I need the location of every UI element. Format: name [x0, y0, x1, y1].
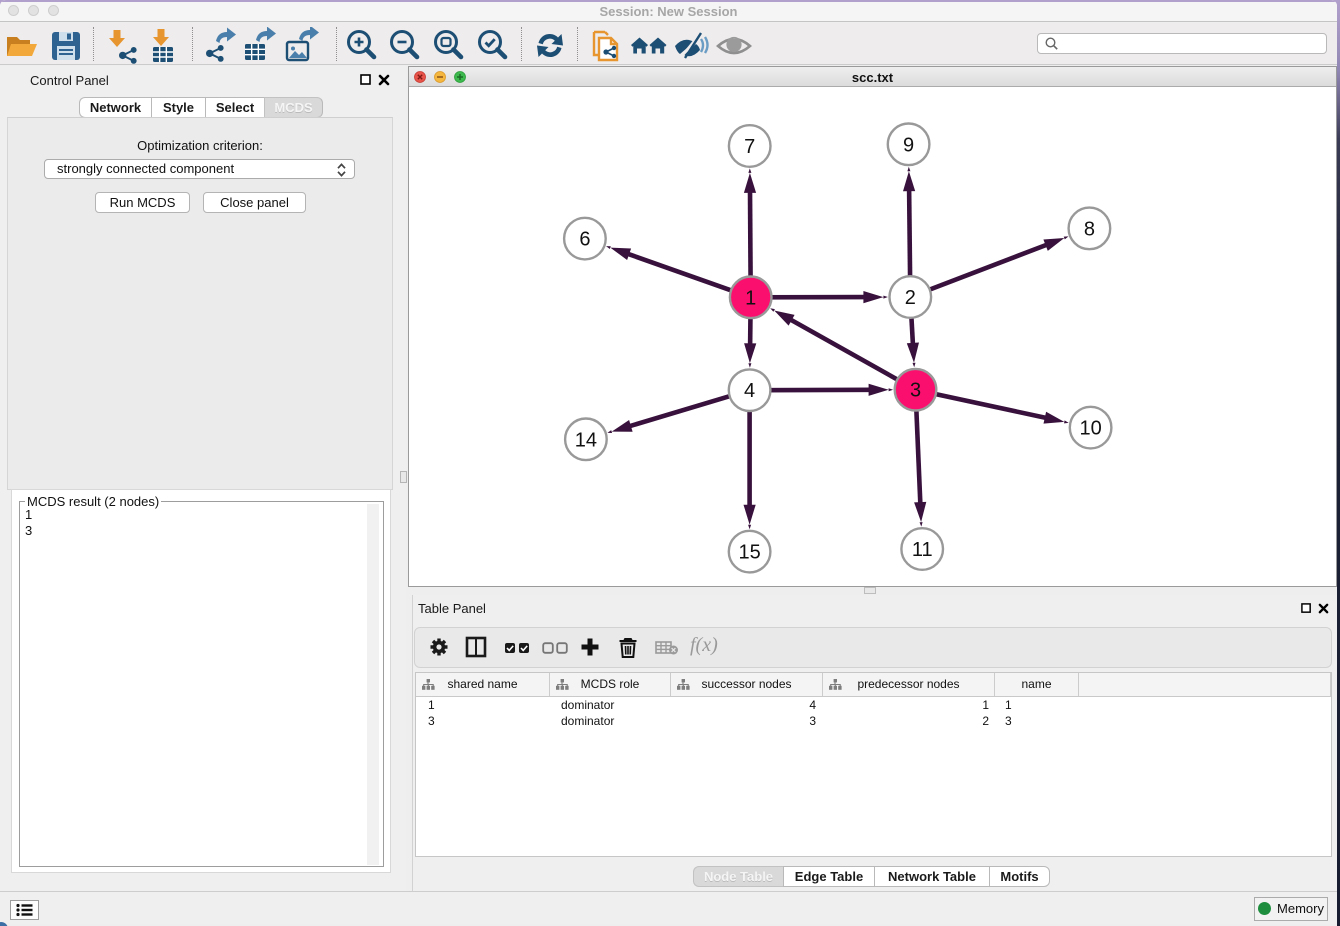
- svg-text:9: 9: [903, 134, 914, 156]
- svg-text:8: 8: [1084, 218, 1095, 240]
- svg-text:10: 10: [1079, 418, 1101, 440]
- svg-text:3: 3: [910, 380, 921, 402]
- svg-text:14: 14: [575, 429, 597, 451]
- svg-text:4: 4: [744, 380, 755, 402]
- svg-text:1: 1: [745, 287, 756, 309]
- svg-text:6: 6: [579, 229, 590, 251]
- svg-text:15: 15: [738, 542, 760, 564]
- svg-text:11: 11: [912, 539, 933, 561]
- svg-text:2: 2: [905, 287, 916, 309]
- svg-text:7: 7: [744, 136, 755, 158]
